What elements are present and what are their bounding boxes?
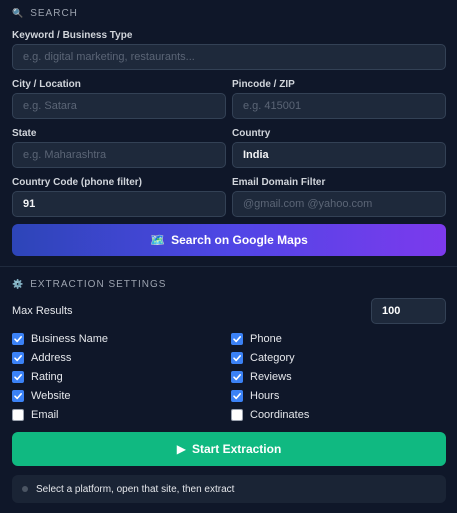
checkbox-unchecked-icon[interactable] [12,409,24,421]
checkbox-label: Address [31,352,72,364]
checkbox-label: Email [31,409,59,421]
checkbox-phone[interactable]: Phone [231,333,282,345]
status-bar: Select a platform, open that site, then … [12,475,446,503]
checkbox-checked-icon[interactable] [231,352,243,364]
extractor-panel: 🔍 SEARCH Keyword / Business Type e.g. di… [0,0,457,513]
checkbox-website[interactable]: Website [12,390,71,402]
search-google-maps-button[interactable]: 🗺️ Search on Google Maps [12,224,446,256]
checkbox-reviews[interactable]: Reviews [231,371,292,383]
play-icon: ▶ [176,442,186,456]
city-label: City / Location [12,79,81,90]
gear-icon: ⚙️ [12,279,25,289]
country-code-label: Country Code (phone filter) [12,177,142,188]
extraction-section-header: ⚙️ EXTRACTION SETTINGS [12,279,166,290]
checkbox-label: Reviews [250,371,292,383]
checkbox-label: Hours [250,390,280,402]
checkbox-rating[interactable]: Rating [12,371,63,383]
pincode-label: Pincode / ZIP [232,79,295,90]
city-input[interactable]: e.g. Satara [12,93,226,119]
checkbox-coordinates[interactable]: Coordinates [231,409,309,421]
country-input[interactable]: India [232,142,446,168]
checkbox-hours[interactable]: Hours [231,390,279,402]
country-label: Country [232,128,271,139]
checkbox-checked-icon[interactable] [231,390,243,402]
checkbox-checked-icon[interactable] [12,390,24,402]
checkbox-label: Category [250,352,295,364]
checkbox-checked-icon[interactable] [12,352,24,364]
checkbox-checked-icon[interactable] [231,333,243,345]
keyword-label: Keyword / Business Type [12,30,133,41]
checkbox-checked-icon[interactable] [231,371,243,383]
checkbox-business-name[interactable]: Business Name [12,333,108,345]
email-domain-input[interactable]: @gmail.com @yahoo.com [232,191,446,217]
pincode-input[interactable]: e.g. 415001 [232,93,446,119]
search-icon: 🔍 [12,8,25,18]
checkbox-unchecked-icon[interactable] [231,409,243,421]
start-extraction-button[interactable]: ▶ Start Extraction [12,432,446,466]
extraction-header-label: EXTRACTION SETTINGS [30,279,167,290]
checkbox-label: Business Name [31,333,109,345]
checkbox-label: Phone [250,333,282,345]
search-section-header: 🔍 SEARCH [12,8,78,19]
search-header-label: SEARCH [30,8,78,19]
max-results-input[interactable]: 100 [371,298,446,324]
email-domain-label: Email Domain Filter [232,177,326,188]
status-message: Select a platform, open that site, then … [36,483,235,495]
keyword-input[interactable]: e.g. digital marketing, restaurants... [12,44,446,70]
checkbox-checked-icon[interactable] [12,333,24,345]
search-button-label: Search on Google Maps [171,233,308,247]
checkbox-label: Coordinates [250,409,310,421]
checkbox-checked-icon[interactable] [12,371,24,383]
state-input[interactable]: e.g. Maharashtra [12,142,226,168]
state-label: State [12,128,37,139]
checkbox-label: Website [31,390,71,402]
country-code-input[interactable]: 91 [12,191,226,217]
checkbox-category[interactable]: Category [231,352,295,364]
section-divider [0,266,457,267]
checkbox-label: Rating [31,371,63,383]
checkbox-email[interactable]: Email [12,409,59,421]
status-dot-icon [22,486,28,492]
map-icon: 🗺️ [150,233,166,247]
max-results-label: Max Results [12,305,73,317]
start-button-label: Start Extraction [191,442,282,456]
checkbox-address[interactable]: Address [12,352,71,364]
